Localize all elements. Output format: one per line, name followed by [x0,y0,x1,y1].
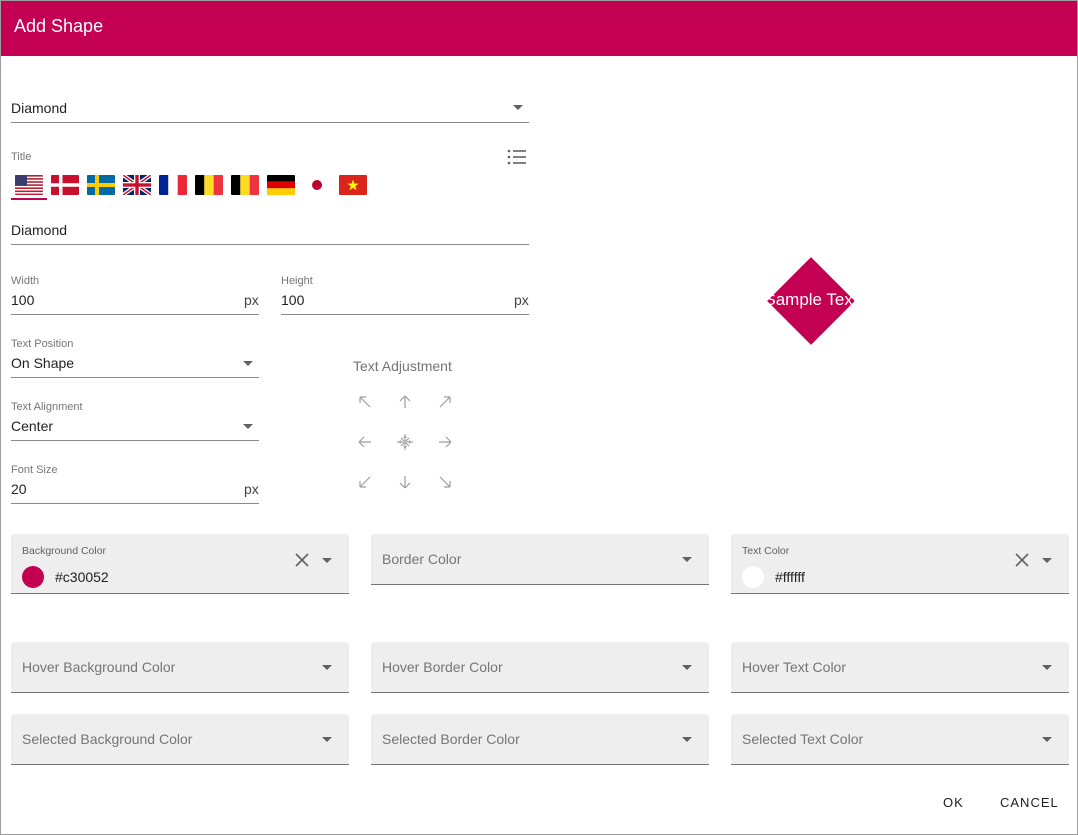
hover-text-color-field[interactable]: Hover Text Color [731,642,1069,693]
background-color-value[interactable]: #c30052 [55,569,109,585]
height-input[interactable]: 100 [281,292,304,308]
border-color-field[interactable]: Border Color [371,534,709,585]
width-input[interactable]: 100 [11,292,34,308]
shape-preview: Sample Text [767,257,855,345]
height-underline [281,314,529,315]
height-unit: px [514,292,529,308]
add-shape-dialog: Add Shape Diamond Title Diamond Width 10… [0,0,1078,835]
arrow-up-left-icon[interactable] [356,393,374,411]
shape-select-chevron-down-icon[interactable] [513,105,523,110]
text-alignment-underline [11,440,259,441]
text-alignment-select[interactable]: Center [11,418,53,434]
text-position-chevron-down-icon[interactable] [243,361,253,366]
dialog-title: Add Shape [14,16,104,36]
selected-border-color-field[interactable]: Selected Border Color [371,714,709,765]
selected-border-color-chevron-down-icon[interactable] [682,737,692,742]
clear-text-color-close-icon[interactable] [1014,552,1030,568]
selected-text-color-field[interactable]: Selected Text Color [731,714,1069,765]
flag-us-icon[interactable] [15,175,43,195]
arrow-up-icon[interactable] [396,393,414,411]
text-adjustment-label: Text Adjustment [353,358,452,374]
cancel-button[interactable]: CANCEL [1000,795,1059,810]
font-size-underline [11,503,259,504]
flag-belgium-icon[interactable] [195,175,223,195]
font-size-input[interactable]: 20 [11,481,27,497]
flag-vietnam-icon[interactable] [339,175,367,195]
title-label: Title [11,151,32,163]
flag-denmark-icon[interactable] [51,175,79,195]
selected-background-color-chevron-down-icon[interactable] [322,737,332,742]
dialog-header: Add Shape [1,1,1077,56]
text-color-value[interactable]: #ffffff [775,569,805,585]
width-unit: px [244,292,259,308]
hover-background-color-label: Hover Background Color [22,659,176,675]
text-position-underline [11,377,259,378]
hover-background-color-chevron-down-icon[interactable] [322,665,332,670]
text-color-swatch [742,566,764,588]
selected-background-color-field[interactable]: Selected Background Color [11,714,349,765]
hover-border-color-label: Hover Border Color [382,659,503,675]
arrow-down-right-icon[interactable] [436,473,454,491]
width-underline [11,314,259,315]
width-label: Width [11,275,40,287]
hover-border-color-field[interactable]: Hover Border Color [371,642,709,693]
selected-text-color-chevron-down-icon[interactable] [1042,737,1052,742]
arrow-left-icon[interactable] [356,433,374,451]
text-position-select[interactable]: On Shape [11,355,74,371]
hover-text-color-label: Hover Text Color [742,659,847,675]
list-icon[interactable] [507,149,527,165]
arrow-down-left-icon[interactable] [356,473,374,491]
hover-text-color-chevron-down-icon[interactable] [1042,665,1052,670]
flag-uk-icon[interactable] [123,175,151,195]
hover-border-color-chevron-down-icon[interactable] [682,665,692,670]
hover-background-color-field[interactable]: Hover Background Color [11,642,349,693]
text-color-label: Text Color [742,545,790,557]
arrow-up-right-icon[interactable] [436,393,454,411]
shape-select-value[interactable]: Diamond [11,100,67,116]
title-input[interactable]: Diamond [11,222,67,238]
text-alignment-chevron-down-icon[interactable] [243,424,253,429]
selected-text-color-label: Selected Text Color [742,731,864,747]
flag-germany-icon[interactable] [267,175,295,195]
arrow-down-icon[interactable] [396,473,414,491]
ok-button[interactable]: OK [943,795,964,810]
flag-japan-icon[interactable] [303,175,331,195]
center-icon[interactable] [396,433,414,451]
shape-select-underline [11,122,529,123]
flag-belgium-icon[interactable] [231,175,259,195]
background-color-field[interactable]: Background Color #c30052 [11,534,349,594]
selected-background-color-label: Selected Background Color [22,731,193,747]
clear-background-color-close-icon[interactable] [294,552,310,568]
border-color-chevron-down-icon[interactable] [682,557,692,562]
text-color-chevron-down-icon[interactable] [1042,558,1052,563]
border-color-label: Border Color [382,551,462,567]
background-color-chevron-down-icon[interactable] [322,558,332,563]
title-input-underline [11,244,529,245]
arrow-right-icon[interactable] [436,433,454,451]
text-position-label: Text Position [11,338,74,350]
background-color-swatch [22,566,44,588]
flag-france-icon[interactable] [159,175,187,195]
text-color-field[interactable]: Text Color #ffffff [731,534,1069,594]
text-alignment-label: Text Alignment [11,401,83,413]
preview-text: Sample Text [767,290,855,309]
background-color-label: Background Color [22,545,107,557]
font-size-label: Font Size [11,464,58,476]
selected-border-color-label: Selected Border Color [382,731,520,747]
height-label: Height [281,275,313,287]
selected-language-indicator [11,198,47,200]
font-size-unit: px [244,481,259,497]
flag-sweden-icon[interactable] [87,175,115,195]
